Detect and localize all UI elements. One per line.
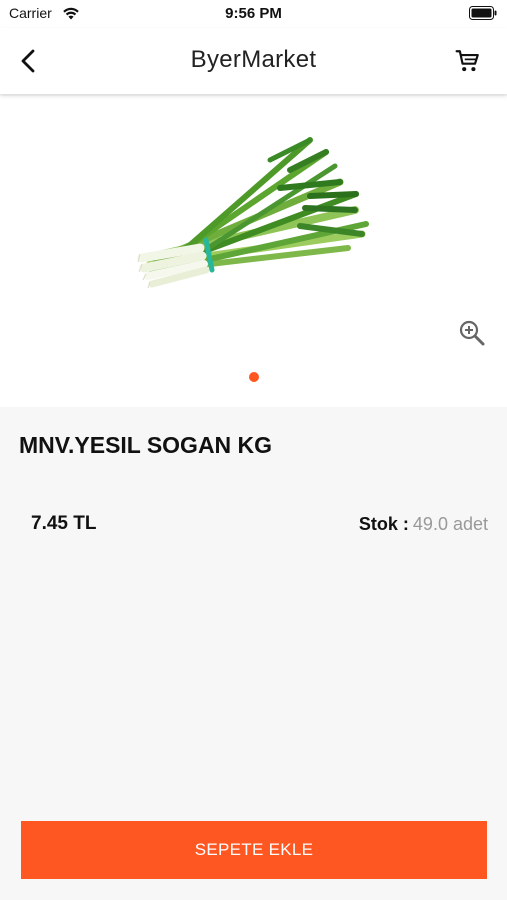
product-name: MNV.YESIL SOGAN KG <box>19 432 273 458</box>
cart-button[interactable] <box>449 42 487 80</box>
product-detail-screen: Carrier 9:56 PM ByerMarket MNV.YESIL SOG… <box>0 0 507 900</box>
stock-label: Stok : <box>358 514 409 534</box>
app-title: ByerMarket <box>190 46 317 73</box>
add-to-cart-button[interactable]: SEPETE EKLE <box>21 821 487 879</box>
nav-bar: ByerMarket <box>0 28 507 94</box>
gallery-page-indicator <box>249 372 259 382</box>
image-gallery[interactable] <box>0 96 507 407</box>
product-image <box>137 137 369 289</box>
stock-value: 49.0 adet <box>412 514 488 534</box>
stock-info: Stok :49.0 adet <box>359 514 488 535</box>
status-bar: Carrier 9:56 PM <box>0 0 507 28</box>
product-price: 7.45 TL <box>31 513 97 534</box>
zoom-in-icon[interactable] <box>457 318 487 348</box>
battery-icon <box>469 6 497 20</box>
clock: 9:56 PM <box>225 5 282 22</box>
shopping-cart-icon <box>455 50 479 72</box>
